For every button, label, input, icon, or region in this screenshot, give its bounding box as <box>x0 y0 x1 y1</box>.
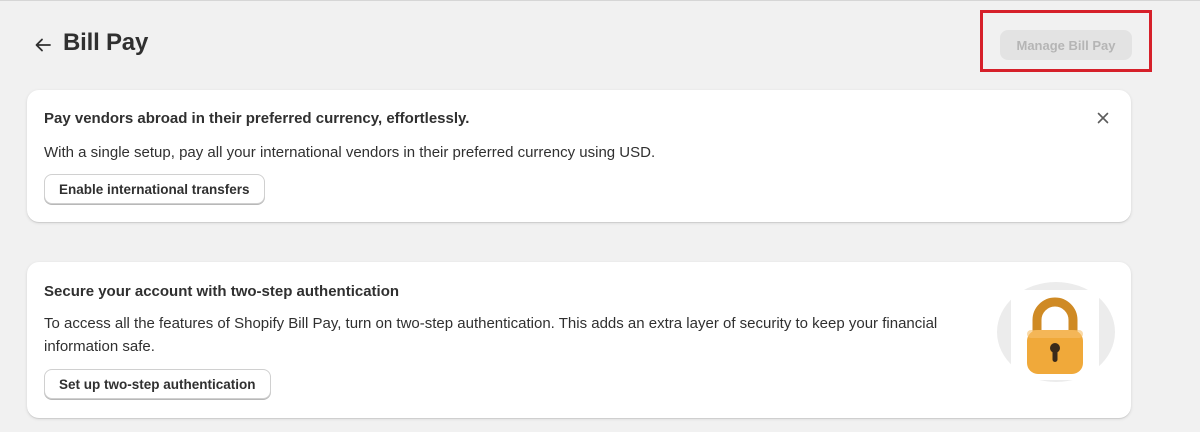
highlight-box <box>980 10 1152 72</box>
top-divider <box>0 0 1200 1</box>
two-step-auth-banner: Secure your account with two-step authen… <box>27 262 1131 418</box>
international-transfers-banner: Pay vendors abroad in their preferred cu… <box>27 90 1131 222</box>
page-title: Bill Pay <box>63 29 149 56</box>
banner-title: Pay vendors abroad in their preferred cu… <box>44 110 470 127</box>
set-up-two-step-auth-button[interactable]: Set up two-step authentication <box>44 369 271 399</box>
padlock-icon <box>1027 297 1083 374</box>
illustration-frame <box>1011 290 1099 380</box>
back-button[interactable] <box>30 32 56 58</box>
dismiss-banner-button[interactable] <box>1093 108 1113 128</box>
banner-body: To access all the features of Shopify Bi… <box>44 315 938 355</box>
close-icon <box>1097 112 1109 124</box>
banner-body: With a single setup, pay all your intern… <box>44 144 656 161</box>
arrow-left-icon <box>35 38 51 52</box>
enable-international-transfers-button[interactable]: Enable international transfers <box>44 174 265 204</box>
banner-title: Secure your account with two-step authen… <box>44 283 400 300</box>
